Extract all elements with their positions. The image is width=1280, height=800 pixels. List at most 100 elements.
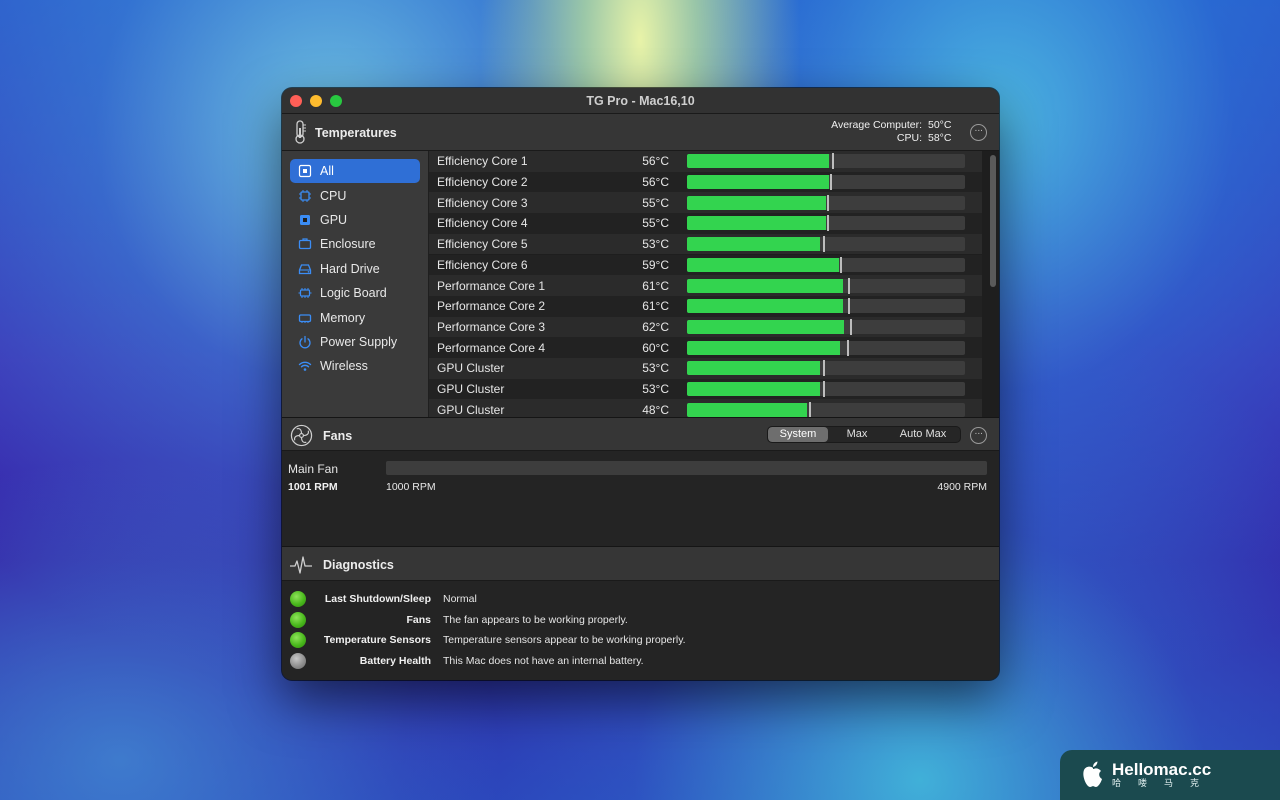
enclosure-icon	[298, 238, 312, 250]
sensor-peak-marker	[846, 339, 849, 356]
sidebar-item-power-supply[interactable]: Power Supply	[290, 330, 420, 354]
sensor-bar-fill	[687, 340, 840, 355]
sensor-peak-marker	[848, 277, 851, 294]
sidebar-item-hard-drive[interactable]: Hard Drive	[290, 257, 420, 281]
sensor-name: Efficiency Core 6	[437, 257, 528, 272]
fan-mode-auto-max[interactable]: Auto Max	[886, 427, 960, 442]
temperatures-more-button[interactable]: ···	[970, 124, 987, 141]
watermark-text: Hellomac.cc 哈喽马克	[1112, 760, 1216, 790]
sensor-row[interactable]: GPU Cluster 48°C	[429, 399, 982, 417]
fan-icon	[290, 424, 313, 447]
sensor-bar-fill	[687, 361, 821, 376]
sensor-bar-fill	[687, 299, 843, 314]
sensor-row[interactable]: GPU Cluster 53°C	[429, 358, 982, 379]
sensor-temperature-bar	[687, 381, 965, 398]
sensor-temperature-bar	[687, 153, 965, 170]
fans-more-button[interactable]: ···	[970, 427, 987, 444]
sidebar-item-memory[interactable]: Memory	[290, 305, 420, 329]
sensor-peak-marker	[823, 381, 826, 398]
status-indicator-green	[290, 611, 306, 628]
sensor-temperature-bar	[687, 236, 965, 253]
fans-body: Main Fan 1001 RPM 1000 RPM 4900 RPM	[282, 451, 999, 546]
sensor-temperature-bar	[687, 318, 965, 335]
sensor-row[interactable]: GPU Cluster 53°C	[429, 378, 982, 400]
sensor-name: Performance Core 3	[437, 319, 546, 334]
diagnostic-row: Battery Health This Mac does not have an…	[282, 651, 999, 671]
sensor-bar-fill	[687, 402, 807, 417]
sidebar-item-cpu[interactable]: CPU	[290, 183, 420, 207]
diagnostic-label: Fans	[406, 613, 431, 626]
sensor-peak-marker	[827, 194, 830, 211]
avg-cpu-label: CPU:	[896, 132, 922, 144]
sensor-name: GPU Cluster	[437, 361, 505, 376]
sensor-bar-fill	[687, 237, 821, 252]
diagnostics-body: Last Shutdown/Sleep Normal Fans The fan …	[282, 581, 999, 679]
sensor-row[interactable]: Efficiency Core 1 56°C	[429, 151, 982, 172]
sensor-temperature-bar	[687, 401, 965, 417]
diagnostic-text: This Mac does not have an internal batte…	[443, 654, 644, 667]
temperatures-body: All CPU GPU Enclosure Hard Drive Logic B…	[282, 151, 999, 417]
main-fan-current-rpm: 1001 RPM	[288, 481, 338, 493]
sensor-row[interactable]: Efficiency Core 5 53°C	[429, 233, 982, 255]
sidebar-item-label: CPU	[320, 188, 347, 203]
sensor-temperature-bar	[687, 174, 965, 191]
sidebar-item-gpu[interactable]: GPU	[290, 208, 420, 232]
sidebar-item-logic-board[interactable]: Logic Board	[290, 281, 420, 305]
sensor-temperature-bar	[687, 298, 965, 315]
diagnostic-text: The fan appears to be working properly.	[443, 613, 628, 626]
sensor-temperature: 56°C	[642, 175, 669, 190]
sensor-temperature-bar	[687, 360, 965, 377]
thermometer-icon	[295, 120, 306, 144]
sensor-name: Performance Core 4	[437, 340, 546, 355]
sensor-row[interactable]: Efficiency Core 6 59°C	[429, 254, 982, 276]
temperatures-title: Temperatures	[315, 126, 397, 140]
sensor-list-scrollbar[interactable]	[990, 155, 996, 287]
sensor-bar-fill	[687, 382, 821, 397]
fans-title: Fans	[323, 429, 353, 443]
sensor-temperature-bar	[687, 277, 965, 294]
memory-icon	[298, 313, 312, 323]
diagnostics-title: Diagnostics	[323, 558, 394, 572]
tg-pro-window: TG Pro - Mac16,10 Temperatures Average C…	[282, 88, 999, 680]
sensor-row[interactable]: Efficiency Core 3 55°C	[429, 192, 982, 214]
cpu-icon	[299, 189, 311, 202]
diagnostics-header: Diagnostics	[282, 546, 999, 581]
sensor-peak-marker	[827, 215, 830, 232]
sidebar-item-label: GPU	[320, 212, 348, 227]
sensor-row[interactable]: Performance Core 4 60°C	[429, 337, 982, 358]
sensor-peak-marker	[848, 298, 851, 315]
sensor-list[interactable]: GPU Cluster 48°C GPU Cluster 53°C GPU Cluste…	[429, 151, 999, 417]
fan-mode-system[interactable]: System	[768, 427, 828, 442]
sensor-row[interactable]: Efficiency Core 2 56°C	[429, 171, 982, 193]
sensor-row[interactable]: Performance Core 3 62°C	[429, 316, 982, 338]
all-sensors-icon	[298, 165, 312, 178]
diagnostic-label: Battery Health	[359, 654, 431, 667]
status-indicator-green	[290, 591, 306, 607]
sidebar-item-label: Hard Drive	[320, 261, 380, 276]
sensor-temperature-bar	[687, 339, 965, 356]
title-bar: TG Pro - Mac16,10	[282, 88, 999, 114]
avg-cpu-value: 58°C	[928, 132, 952, 144]
sidebar-item-wireless[interactable]: Wireless	[290, 354, 420, 378]
fan-mode-max[interactable]: Max	[828, 427, 886, 442]
sensor-name: Efficiency Core 4	[437, 216, 528, 231]
temperatures-header: Temperatures Average Computer: 50°C CPU:…	[282, 114, 999, 151]
sensor-temperature-bar	[687, 194, 965, 211]
sensor-peak-marker	[849, 318, 852, 335]
main-fan-min-rpm: 1000 RPM	[386, 481, 436, 493]
average-readout: Average Computer: 50°C CPU: 58°C	[831, 119, 953, 145]
sensor-row[interactable]: Efficiency Core 4 55°C	[429, 213, 982, 234]
gpu-icon	[300, 214, 310, 225]
main-fan-speed-slider[interactable]	[386, 461, 987, 475]
sensor-temperature: 62°C	[642, 319, 669, 334]
diagnostic-label: Temperature Sensors	[323, 634, 431, 646]
sensor-temperature: 61°C	[642, 278, 669, 293]
sidebar-item-all[interactable]: All	[290, 159, 420, 184]
sensor-temperature: 53°C	[642, 237, 669, 252]
sensor-temperature: 55°C	[642, 195, 669, 210]
main-fan-max-rpm: 4900 RPM	[937, 481, 987, 493]
sidebar-item-enclosure[interactable]: Enclosure	[290, 232, 420, 256]
sensor-row[interactable]: Performance Core 1 61°C	[429, 275, 982, 296]
sensor-temperature-bar	[687, 215, 965, 232]
sensor-row[interactable]: Performance Core 2 61°C	[429, 295, 982, 317]
